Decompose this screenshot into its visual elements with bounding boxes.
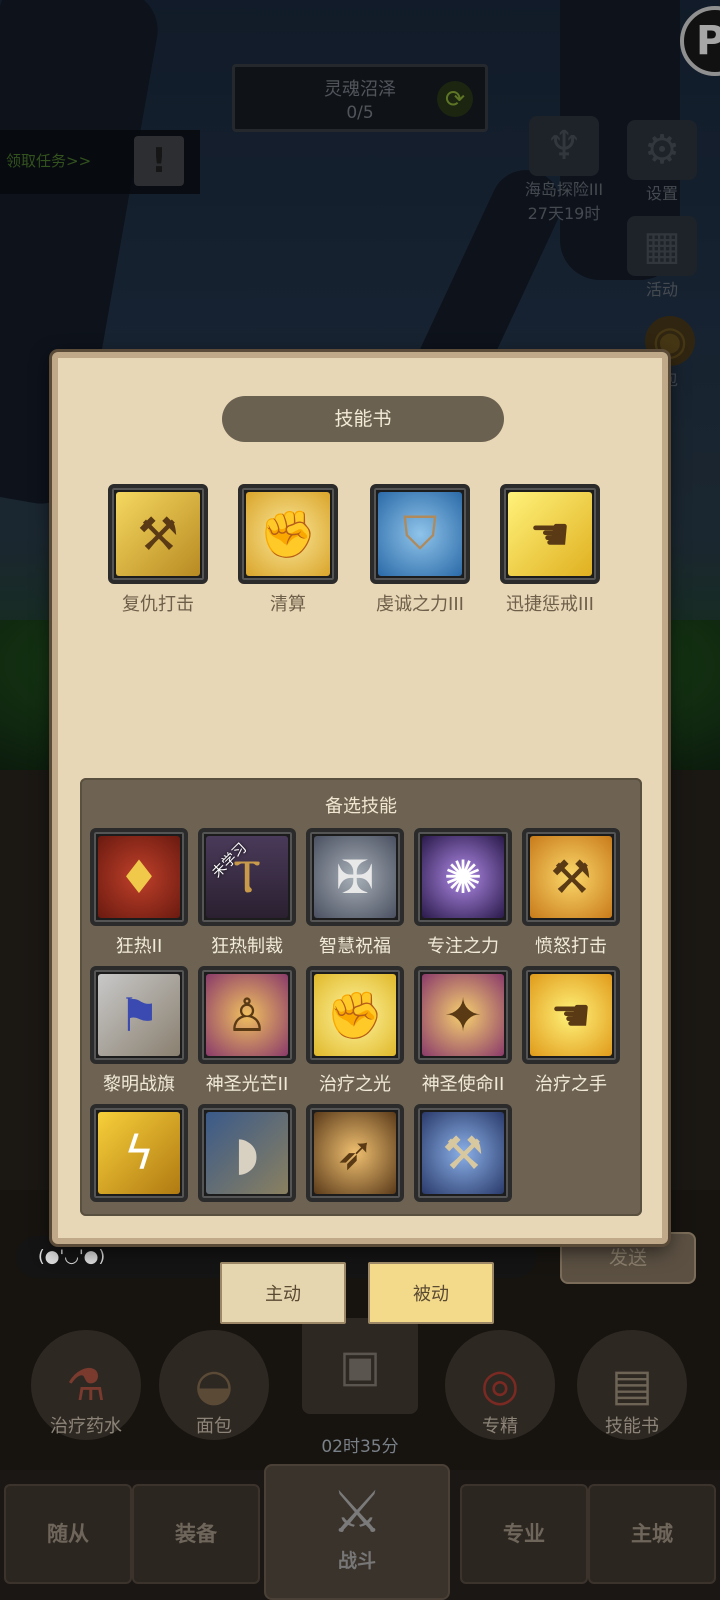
bread-button[interactable]: ◒ 面包 [154, 1330, 274, 1440]
skill-label: 复仇打击 [122, 594, 194, 615]
potion-button[interactable]: ⚗ 治疗药水 [26, 1330, 146, 1440]
potion-label: 治疗药水 [50, 1416, 122, 1437]
panel-title: 技能书 [222, 396, 504, 442]
alternate-skill-slot[interactable]: Ⲧ 未学习 狂热制裁 [198, 828, 296, 958]
shield-icon: ◗ [206, 1112, 288, 1194]
figure-icon: ♙ [206, 974, 288, 1056]
nav-profession[interactable]: 专业 [460, 1484, 588, 1584]
skill-label: 愤怒打击 [535, 936, 607, 957]
specialty-label: 专精 [482, 1416, 518, 1437]
skill-label: 黎明战旗 [103, 1074, 175, 1095]
alternate-skill-slot[interactable]: ✠ 智慧祝福 [306, 828, 404, 958]
pillar-icon: Ⲧ 未学习 [206, 836, 288, 918]
alternate-skill-slot[interactable]: ♙ 神圣光芒II [198, 966, 296, 1096]
skill-label: 智慧祝福 [319, 936, 391, 957]
crossed-swords-icon: ⚔ [331, 1478, 383, 1546]
equipped-skill-slot[interactable]: ⛉ 虔诚之力III [370, 484, 470, 616]
skill-label: 虔诚之力III [376, 594, 464, 615]
crossbow-icon: ➶ [314, 1112, 396, 1194]
orb-icon: ✺ [422, 836, 504, 918]
tab-passive-skills[interactable]: 被动 [368, 1262, 494, 1324]
bottom-nav: 随从 装备 ⚔ 战斗 专业 主城 [0, 1464, 720, 1600]
hammer-icon: ⚒ [530, 836, 612, 918]
flame-icon: ϟ [98, 1112, 180, 1194]
alternate-skill-slot[interactable]: ⚒ [414, 1104, 512, 1202]
nav-battle-label: 战斗 [337, 1550, 376, 1572]
hand-icon: ☚ [530, 974, 612, 1056]
alternates-title: 备选技能 [325, 796, 397, 817]
equipped-skill-slot[interactable]: ☚ 迅捷惩戒III [500, 484, 600, 616]
skill-label: 狂热II [115, 936, 163, 957]
skill-label: 专注之力 [427, 936, 499, 957]
skill-label: 狂热制裁 [211, 936, 283, 957]
alternate-skill-slot[interactable]: ✊ 治疗之光 [306, 966, 404, 1096]
nav-city[interactable]: 主城 [588, 1484, 716, 1584]
alternate-skill-slot[interactable]: ◗ [198, 1104, 296, 1202]
specialty-button[interactable]: ◎ 专精 [440, 1330, 560, 1440]
flame-drop-icon: ♦ [98, 836, 180, 918]
hammer-icon: ⚒ [422, 1112, 504, 1194]
alternate-skills-box: 备选技能 ♦ 狂热II Ⲧ 未学习 狂热制裁 ✠ 智慧祝福 ✺ 专注之力 ⚒ 愤怒… [80, 778, 642, 1216]
alternate-skill-slot[interactable]: ⚑ 黎明战旗 [90, 966, 188, 1096]
nav-followers[interactable]: 随从 [4, 1484, 132, 1584]
alternate-skill-slot[interactable]: ➶ [306, 1104, 404, 1202]
chest-icon: ▣ [302, 1318, 418, 1414]
nav-battle[interactable]: ⚔ 战斗 [264, 1464, 450, 1600]
cross-icon: ✠ [314, 836, 396, 918]
hammer-icon: ⚒ [116, 492, 200, 576]
banner-icon: ⚑ [98, 974, 180, 1056]
alternate-skill-slot[interactable]: ☚ 治疗之手 [522, 966, 620, 1096]
skill-label: 迅捷惩戒III [506, 594, 594, 615]
alternate-skill-slot[interactable]: ϟ [90, 1104, 188, 1202]
hand-icon: ☚ [508, 492, 592, 576]
alternate-skill-slot[interactable]: ✺ 专注之力 [414, 828, 512, 958]
bread-label: 面包 [196, 1416, 232, 1437]
skill-book-panel: 技能书 ⚒ 复仇打击 ✊ 清算 ⛉ 虔诚之力III ☚ 迅捷惩戒III 备选技能… [52, 352, 668, 1244]
shield-icon: ⛉ [378, 492, 462, 576]
alternate-skill-slot[interactable]: ♦ 狂热II [90, 828, 188, 958]
chest-timer: 02时35分 [321, 1437, 399, 1457]
skill-label: 治疗之光 [319, 1074, 391, 1095]
nav-equipment[interactable]: 装备 [132, 1484, 260, 1584]
treasure-chest-button[interactable]: ▣ [300, 1318, 420, 1414]
equipped-skill-slot[interactable]: ✊ 清算 [238, 484, 338, 616]
fist-icon: ✊ [314, 974, 396, 1056]
unlearned-tag: 未学习 [209, 840, 251, 882]
skillbook-label: 技能书 [605, 1416, 659, 1437]
wings-icon: ✦ [422, 974, 504, 1056]
alternate-skill-slot[interactable]: ✦ 神圣使命II [414, 966, 512, 1096]
skill-label: 神圣使命II [421, 1074, 505, 1095]
alternate-skill-slot[interactable]: ⚒ 愤怒打击 [522, 828, 620, 958]
equipped-skill-slot[interactable]: ⚒ 复仇打击 [108, 484, 208, 616]
skill-label: 治疗之手 [535, 1074, 607, 1095]
tab-active-skills[interactable]: 主动 [220, 1262, 346, 1324]
skillbook-button[interactable]: ▤ 技能书 [572, 1330, 692, 1440]
skill-label: 神圣光芒II [205, 1074, 289, 1095]
fist-icon: ✊ [246, 492, 330, 576]
skill-label: 清算 [270, 594, 306, 615]
